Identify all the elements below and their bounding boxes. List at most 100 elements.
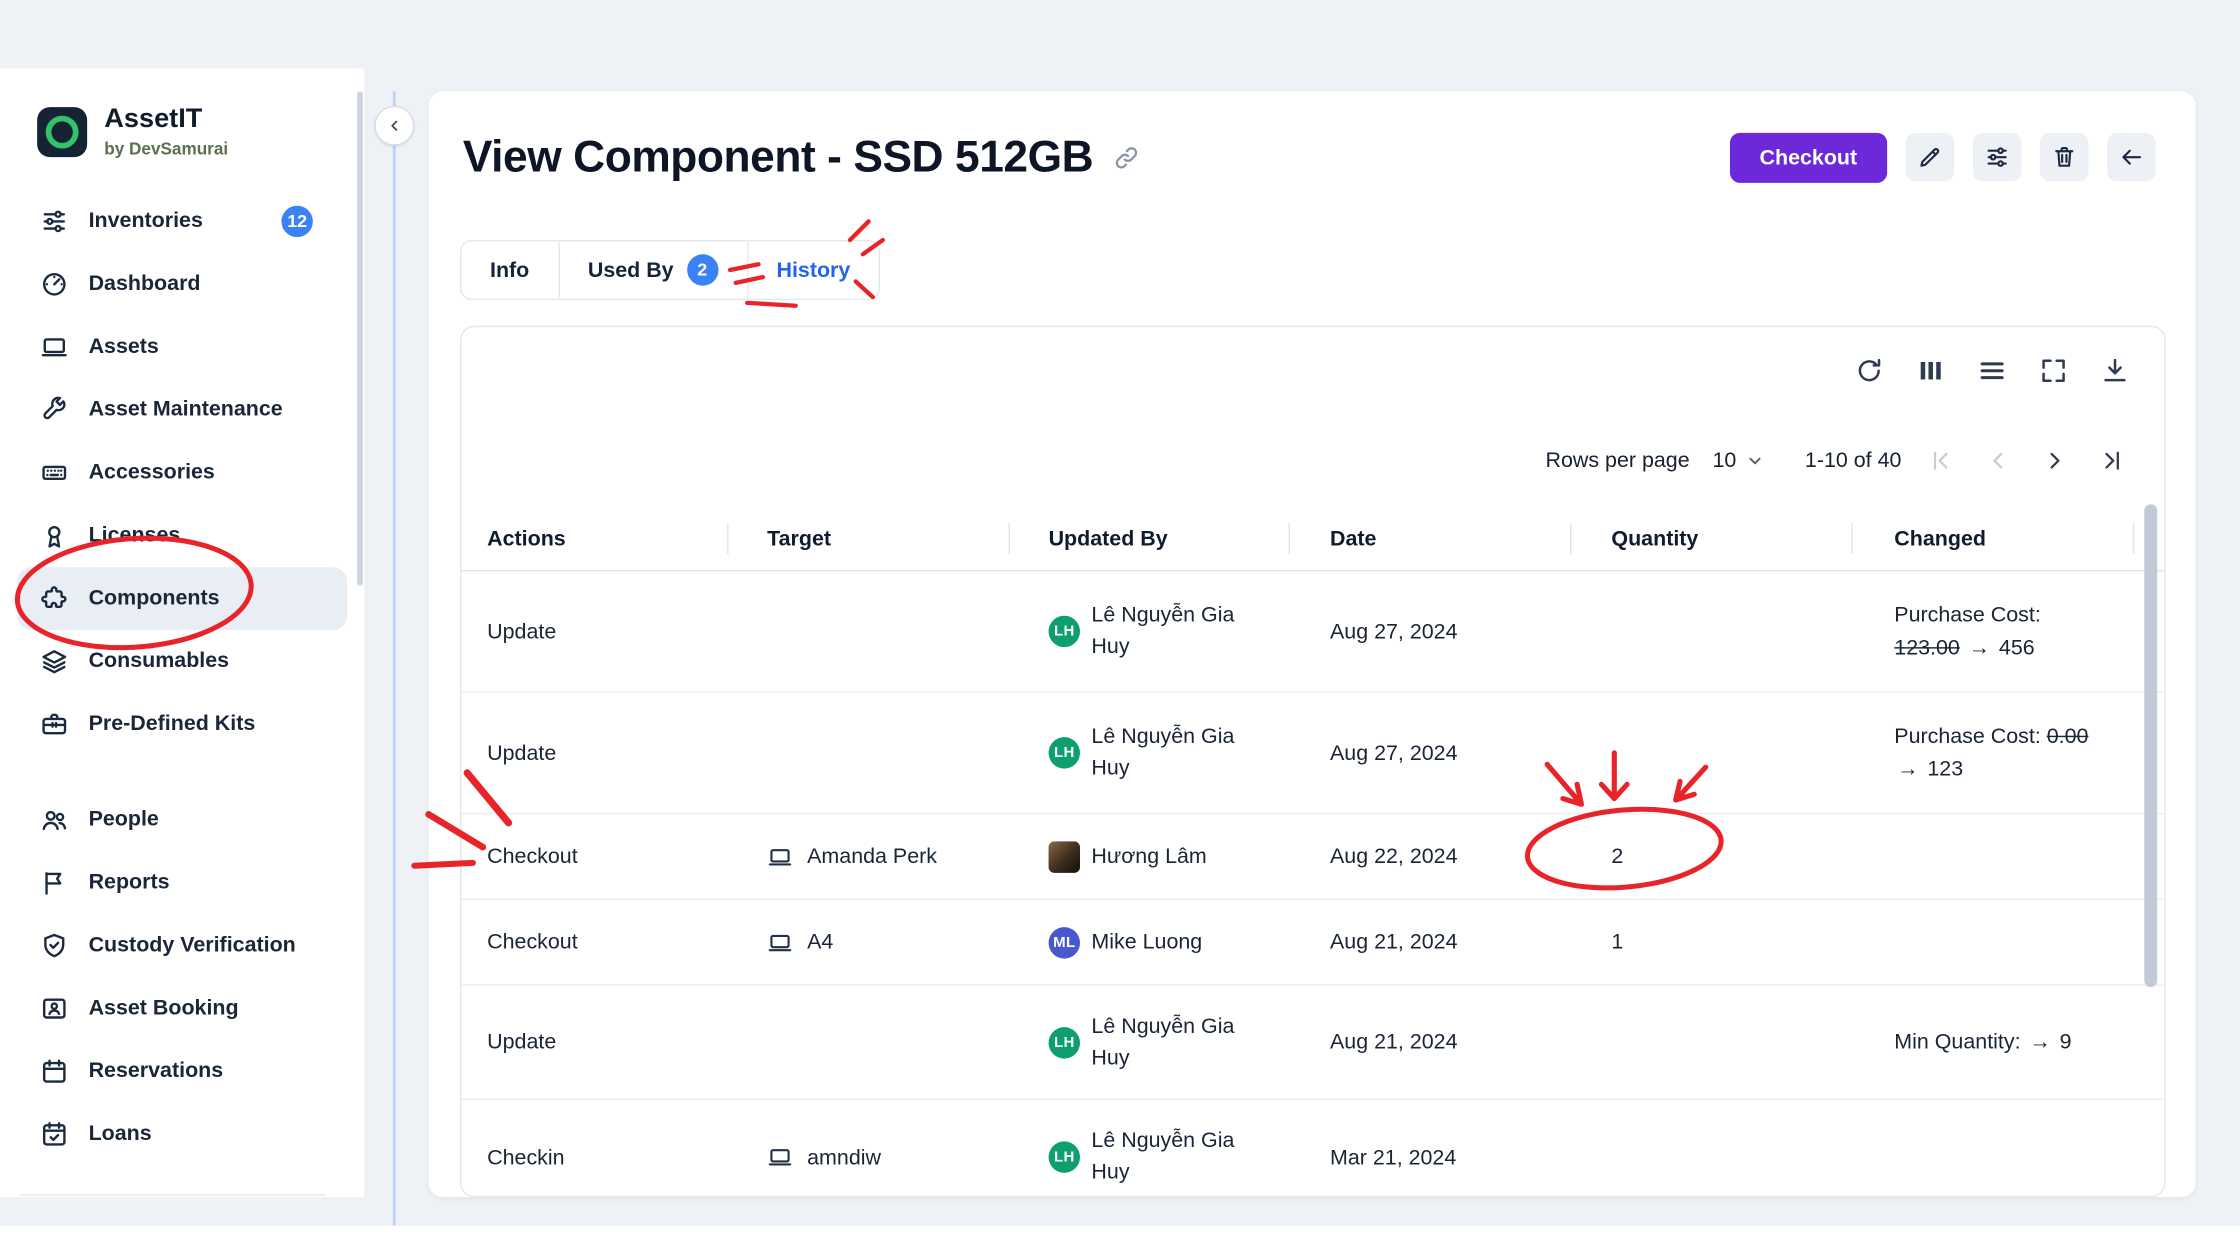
density-icon	[1977, 355, 2007, 385]
columns-icon	[1916, 355, 1946, 385]
sidebar-scrollbar[interactable]	[357, 91, 363, 585]
sidebar-item-people[interactable]: People	[17, 788, 347, 851]
last-page-button[interactable]	[2090, 439, 2133, 482]
inventories-icon	[40, 207, 69, 236]
delete-button[interactable]	[2040, 133, 2089, 182]
sidebar-item-accessories[interactable]: Accessories	[17, 441, 347, 504]
sidebar-item-reports[interactable]: Reports	[17, 851, 347, 914]
column-header-changed[interactable]: Changed	[1851, 507, 2164, 570]
table-scrollbar[interactable]	[2144, 504, 2157, 987]
target-cell	[727, 571, 1008, 691]
column-header-target[interactable]: Target	[727, 507, 1008, 570]
tab-info[interactable]: Info	[460, 240, 559, 300]
changed-cell: Min Quantity: → 9	[1851, 986, 2164, 1099]
sidebar: AssetIT by DevSamurai Inventories 12 Das…	[0, 69, 364, 1198]
target-cell: A4	[727, 900, 1008, 984]
edit-button[interactable]	[1906, 133, 1955, 182]
quantity-cell	[1570, 1100, 1851, 1197]
table-row: Update LH Lê Nguyễn Gia Huy Aug 21, 2024…	[461, 986, 2164, 1100]
column-header-actions[interactable]: Actions	[461, 507, 727, 570]
changed-cell	[1851, 814, 2164, 898]
first-page-button[interactable]	[1919, 439, 1962, 482]
delete-icon	[2051, 144, 2077, 170]
assets-icon	[40, 333, 69, 362]
nav-group-gap	[17, 756, 347, 789]
header-actions: Checkout	[1730, 132, 2156, 182]
asset-booking-icon	[40, 994, 69, 1023]
avatar: ML	[1049, 926, 1080, 957]
quantity-cell	[1570, 986, 1851, 1099]
sidebar-item-licenses[interactable]: Licenses	[17, 504, 347, 567]
changed-cell: Purchase Cost: 123.00 → 456	[1851, 571, 2164, 691]
panel-resizer[interactable]	[393, 91, 396, 1225]
action-cell: Update	[461, 571, 727, 691]
asset-icon	[767, 929, 793, 955]
dashboard-icon	[40, 270, 69, 299]
columns-button[interactable]	[1916, 355, 1946, 385]
date-cell: Aug 27, 2024	[1289, 693, 1570, 813]
sidebar-item-custody-verification[interactable]: Custody Verification	[17, 914, 347, 977]
return-icon	[2119, 144, 2145, 170]
tab-bar: Info Used By2 History	[460, 240, 880, 300]
rows-per-page-select[interactable]: 10	[1712, 448, 1767, 472]
sidebar-item-loans[interactable]: Loans	[17, 1103, 347, 1166]
previous-page-button[interactable]	[1976, 439, 2019, 482]
filter-button[interactable]	[1973, 133, 2022, 182]
last-page-icon	[2098, 446, 2125, 473]
avatar: LH	[1049, 737, 1080, 768]
asset-icon	[767, 844, 793, 870]
app-name: AssetIT	[104, 106, 228, 136]
custody-verification-icon	[40, 931, 69, 960]
changed-cell	[1851, 900, 2164, 984]
sidebar-collapse-button[interactable]	[374, 106, 414, 146]
changed-cell: Purchase Cost: 0.00 → 123	[1851, 693, 2164, 813]
column-header-date[interactable]: Date	[1289, 507, 1570, 570]
table-toolbar	[461, 327, 2164, 413]
date-cell: Aug 21, 2024	[1289, 986, 1570, 1099]
column-header-updated-by[interactable]: Updated By	[1009, 507, 1289, 570]
back-button[interactable]	[2107, 133, 2156, 182]
next-page-button[interactable]	[2033, 439, 2076, 482]
date-cell: Aug 22, 2024	[1289, 814, 1570, 898]
table-row: Update LH Lê Nguyễn Gia Huy Aug 27, 2024…	[461, 571, 2164, 692]
sidebar-item-inventories[interactable]: Inventories 12	[17, 190, 347, 253]
sidebar-item-asset-maintenance[interactable]: Asset Maintenance	[17, 378, 347, 441]
target-cell: Amanda Perk	[727, 814, 1008, 898]
tab-used-by[interactable]: Used By2	[559, 240, 748, 300]
fullscreen-button[interactable]	[2039, 355, 2069, 385]
predefined-kits-icon	[40, 710, 69, 739]
updated-by-cell: LH Lê Nguyễn Gia Huy	[1009, 1100, 1289, 1197]
licenses-icon	[40, 521, 69, 550]
sidebar-item-components[interactable]: Components	[17, 567, 347, 630]
quantity-cell: 1	[1570, 900, 1851, 984]
refresh-icon	[1854, 355, 1884, 385]
sidebar-item-reservations[interactable]: Reservations	[17, 1040, 347, 1103]
updated-by-cell: ML Mike Luong	[1009, 900, 1289, 984]
accessories-icon	[40, 458, 69, 487]
loans-icon	[40, 1120, 69, 1149]
bottom-strip	[0, 1226, 2240, 1260]
checkout-button[interactable]: Checkout	[1730, 132, 1888, 182]
sidebar-item-asset-booking[interactable]: Asset Booking	[17, 977, 347, 1040]
download-icon	[2100, 355, 2130, 385]
refresh-button[interactable]	[1854, 355, 1884, 385]
sidebar-item-dashboard[interactable]: Dashboard	[17, 253, 347, 316]
edit-icon	[1917, 144, 1943, 170]
reports-icon	[40, 868, 69, 897]
changed-cell	[1851, 1100, 2164, 1197]
density-button[interactable]	[1977, 355, 2007, 385]
link-icon[interactable]	[1113, 144, 1140, 171]
column-header-quantity[interactable]: Quantity	[1570, 507, 1851, 570]
first-page-icon	[1926, 446, 1953, 473]
tab-history[interactable]: History	[748, 240, 880, 300]
sidebar-item-predefined-kits[interactable]: Pre-Defined Kits	[17, 693, 347, 756]
page-header: View Component - SSD 512GB Checkout	[463, 131, 2156, 182]
download-button[interactable]	[2100, 355, 2130, 385]
action-cell: Checkout	[461, 814, 727, 898]
consumables-icon	[40, 647, 69, 676]
updated-by-cell: LH Lê Nguyễn Gia Huy	[1009, 571, 1289, 691]
sidebar-item-consumables[interactable]: Consumables	[17, 630, 347, 693]
sidebar-item-assets[interactable]: Assets	[17, 316, 347, 379]
logo-ring-icon	[46, 116, 79, 149]
table-row: Update LH Lê Nguyễn Gia Huy Aug 27, 2024…	[461, 693, 2164, 814]
